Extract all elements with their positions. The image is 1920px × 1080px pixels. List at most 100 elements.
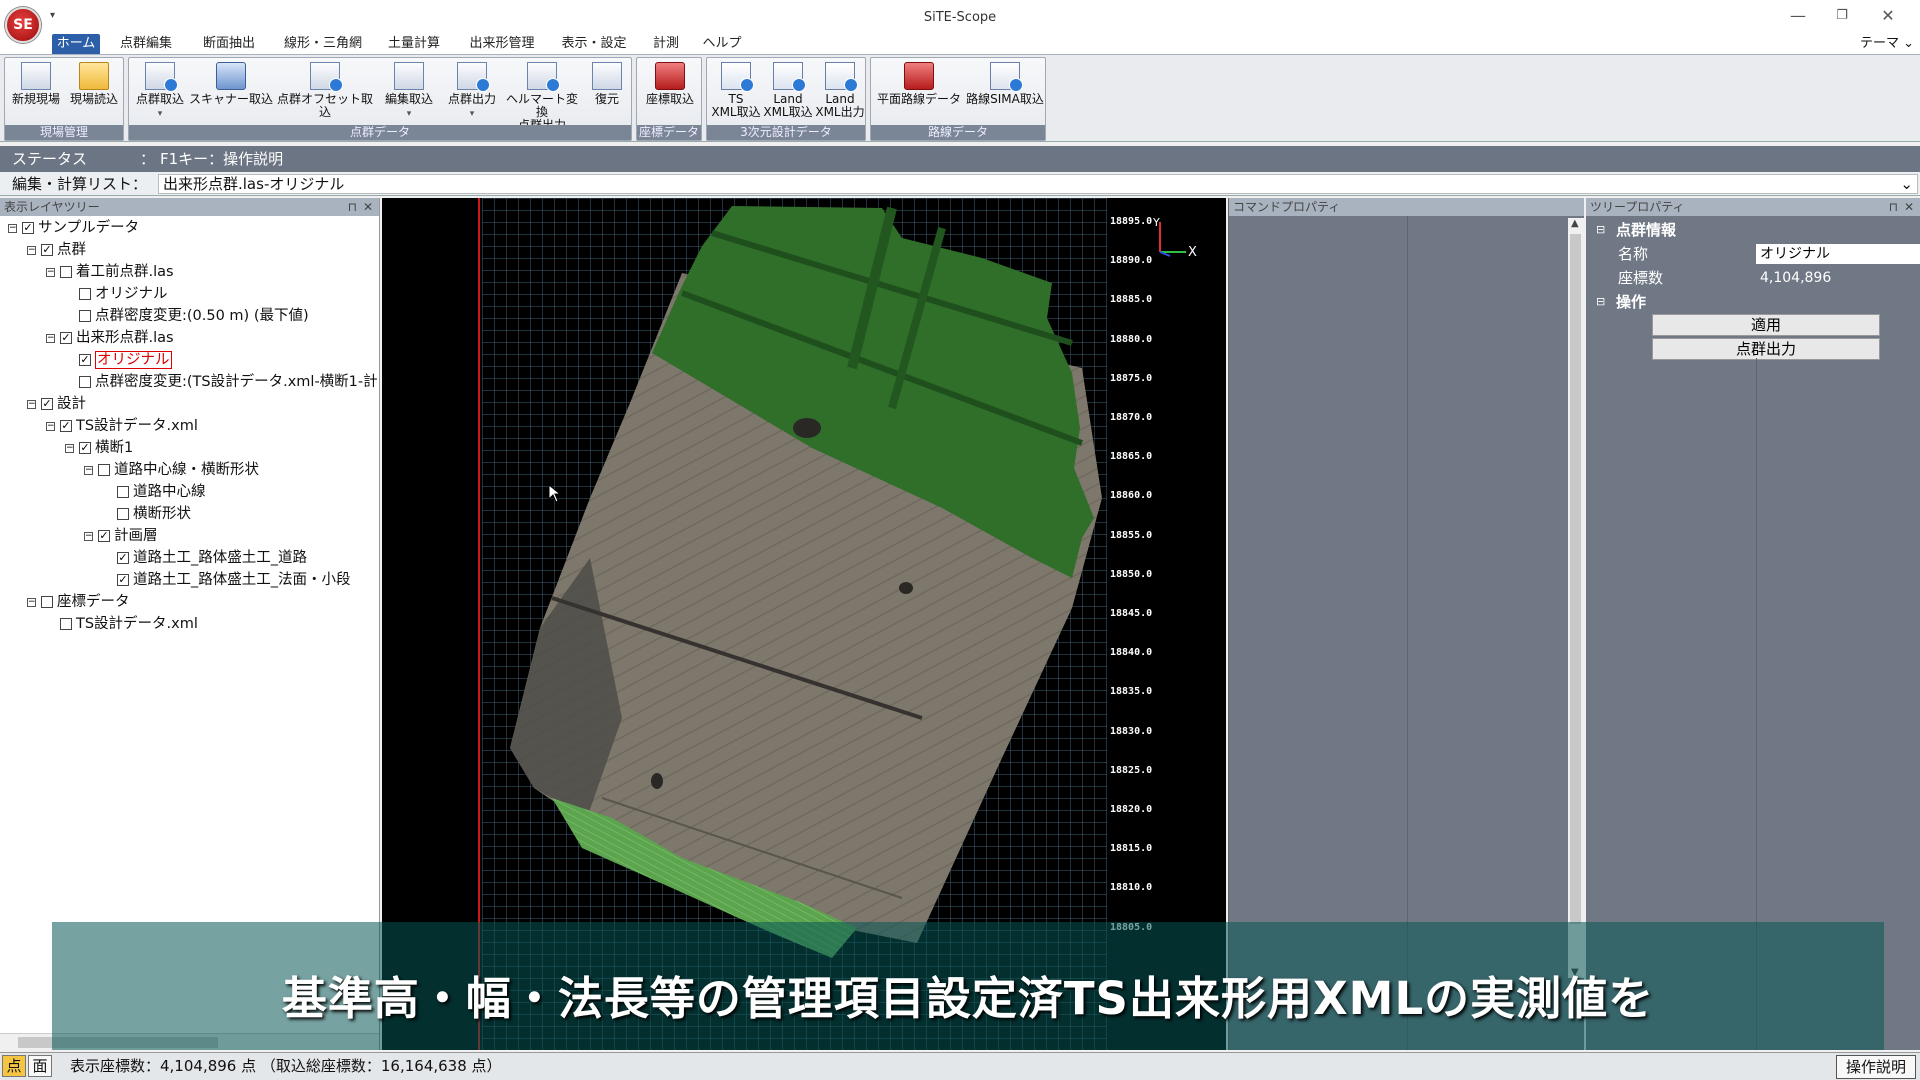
section-point-info[interactable]: ⊟ 点群情報 xyxy=(1586,218,1920,242)
layer-checkbox[interactable] xyxy=(117,508,129,520)
apply-button[interactable]: 適用 xyxy=(1652,314,1880,336)
expand-toggle-icon[interactable]: − xyxy=(84,465,93,475)
expand-toggle-icon[interactable]: − xyxy=(84,531,93,541)
minimize-button[interactable]: — xyxy=(1778,4,1818,28)
layer-checkbox[interactable]: ✓ xyxy=(79,442,91,454)
mouse-cursor-icon xyxy=(548,484,562,503)
offset-import-button[interactable]: 点群オフセット取込 xyxy=(273,62,377,119)
tree-node[interactable]: 道路中心線 xyxy=(103,482,206,502)
tree-node[interactable]: 横断形状 xyxy=(103,504,191,524)
coord-import-button[interactable]: 座標取込 xyxy=(641,62,699,106)
tree-node[interactable]: ✓ オリジナル xyxy=(65,350,172,370)
tree-node[interactable]: − ✓ TS設計データ.xml xyxy=(46,416,198,436)
layer-checkbox[interactable]: ✓ xyxy=(41,398,53,410)
tree-node[interactable]: − ✓ サンプルデータ xyxy=(8,218,139,238)
quick-access-dropdown[interactable]: ▾ xyxy=(50,10,55,21)
tab-display-settings[interactable]: 表示・設定 xyxy=(558,34,630,54)
layer-checkbox[interactable]: ✓ xyxy=(79,354,91,366)
land-xml-export-button[interactable]: Land XML出力 xyxy=(815,62,865,119)
scroll-thumb[interactable] xyxy=(1570,234,1581,924)
layer-checkbox[interactable] xyxy=(79,310,91,322)
load-site-button[interactable]: 現場読込 xyxy=(67,62,121,106)
tree-node[interactable]: − 道路中心線・横断形状 xyxy=(84,460,259,480)
tree-node[interactable]: − 座標データ xyxy=(27,592,130,612)
name-value-field[interactable]: オリジナル xyxy=(1756,244,1920,264)
edit-import-button[interactable]: 編集取込 ▾ xyxy=(381,62,437,121)
tree-node[interactable]: − ✓ 横断1 xyxy=(65,438,133,458)
layer-checkbox[interactable]: ✓ xyxy=(41,244,53,256)
restore-button[interactable]: ❐ xyxy=(1822,4,1862,28)
tree-node[interactable]: − ✓ 点群 xyxy=(27,240,86,260)
expand-toggle-icon[interactable]: − xyxy=(46,421,55,431)
layer-checkbox[interactable] xyxy=(60,618,72,630)
expand-toggle-icon[interactable]: − xyxy=(65,443,74,453)
layer-checkbox[interactable]: ✓ xyxy=(60,420,72,432)
ts-xml-import-button[interactable]: TS XML取込 xyxy=(711,62,761,119)
new-site-button[interactable]: 新規現場 xyxy=(9,62,63,106)
expand-toggle-icon[interactable]: − xyxy=(27,597,36,607)
close-icon[interactable]: ✕ xyxy=(363,198,373,216)
layer-checkbox[interactable]: ✓ xyxy=(117,552,129,564)
expand-toggle-icon[interactable]: − xyxy=(46,333,55,343)
tree-node[interactable]: TS設計データ.xml xyxy=(46,614,198,634)
tab-alignment[interactable]: 線形・三角網 xyxy=(278,34,368,54)
tab-help[interactable]: ヘルプ xyxy=(700,34,744,54)
pin-icon[interactable]: ⊓ xyxy=(1889,198,1898,216)
helmert-export-button[interactable]: ヘルマート変換点群出力 xyxy=(501,62,583,132)
point-mode-button[interactable]: 点 xyxy=(2,1055,26,1077)
tree-node[interactable]: − ✓ 計画層 xyxy=(84,526,158,546)
layer-checkbox[interactable] xyxy=(41,596,53,608)
pin-icon[interactable]: ⊓ xyxy=(348,198,357,216)
tab-point-edit[interactable]: 点群編集 xyxy=(114,34,178,54)
land-xml-import-button[interactable]: Land XML取込 xyxy=(763,62,813,119)
tree-node[interactable]: − ✓ 設計 xyxy=(27,394,86,414)
face-mode-button[interactable]: 面 xyxy=(28,1055,52,1077)
tab-home[interactable]: ホーム xyxy=(52,34,100,54)
layer-checkbox[interactable]: ✓ xyxy=(60,332,72,344)
plane-route-button[interactable]: 平面路線データ xyxy=(875,62,963,106)
close-icon[interactable]: ✕ xyxy=(1904,198,1914,216)
layer-checkbox[interactable] xyxy=(60,266,72,278)
command-vertical-scrollbar[interactable]: ▲ ▼ xyxy=(1568,218,1584,978)
layer-checkbox[interactable] xyxy=(98,464,110,476)
restore-points-button[interactable]: 復元 xyxy=(587,62,627,106)
expand-toggle-icon[interactable]: − xyxy=(8,223,17,233)
layer-checkbox[interactable] xyxy=(117,486,129,498)
tree-node-label: 道路土工_路体盛土工_道路 xyxy=(133,550,307,566)
scanner-import-button[interactable]: スキャナー取込 xyxy=(189,62,273,106)
close-button[interactable]: ✕ xyxy=(1868,4,1908,28)
layer-checkbox[interactable]: ✓ xyxy=(98,530,110,542)
tab-earthwork[interactable]: 土量計算 xyxy=(382,34,446,54)
layer-checkbox[interactable] xyxy=(79,288,91,300)
layer-checkbox[interactable]: ✓ xyxy=(22,222,34,234)
tab-section[interactable]: 断面抽出 xyxy=(196,34,262,54)
tab-as-built[interactable]: 出来形管理 xyxy=(462,34,542,54)
edit-list-select[interactable]: 出来形点群.las-オリジナル ⌄ xyxy=(158,174,1918,194)
title-bar: SiTE-Scope ▾ — ❐ ✕ xyxy=(0,0,1920,34)
expand-toggle-icon[interactable]: − xyxy=(46,267,55,277)
help-button[interactable]: 操作説明 xyxy=(1836,1055,1916,1079)
window-title: SiTE-Scope xyxy=(923,10,997,25)
tree-node[interactable]: オリジナル xyxy=(65,284,168,304)
tree-node[interactable]: − ✓ 出来形点群.las xyxy=(46,328,174,348)
export-points-button[interactable]: 点群出力 ▾ xyxy=(445,62,499,121)
tree-node[interactable]: 点群密度変更:(TS設計データ.xml-横断1-計 xyxy=(65,372,378,392)
theme-menu[interactable]: テーマ ⌄ xyxy=(1860,34,1914,54)
chevron-down-icon[interactable]: ⌄ xyxy=(1900,175,1913,193)
section-operations[interactable]: ⊟ 操作 xyxy=(1586,290,1920,314)
layer-checkbox[interactable] xyxy=(79,376,91,388)
app-logo-icon[interactable]: SE xyxy=(5,7,41,43)
import-points-button[interactable]: 点群取込 ▾ xyxy=(133,62,187,121)
tab-measure[interactable]: 計測 xyxy=(648,34,684,54)
tree-node[interactable]: 点群密度変更:(0.50 m) (最下値) xyxy=(65,306,309,326)
expand-toggle-icon[interactable]: − xyxy=(27,399,36,409)
tree-node[interactable]: ✓ 道路土工_路体盛土工_道路 xyxy=(103,548,307,568)
layer-checkbox[interactable]: ✓ xyxy=(117,574,129,586)
tree-node[interactable]: − 着工前点群.las xyxy=(46,262,174,282)
y-tick-label: 18885.0 xyxy=(1110,294,1153,306)
expand-toggle-icon[interactable]: − xyxy=(27,245,36,255)
tree-node[interactable]: ✓ 道路土工_路体盛土工_法面・小段 xyxy=(103,570,351,590)
tree-node-label: 点群密度変更:(TS設計データ.xml-横断1-計 xyxy=(95,374,378,390)
route-sima-import-button[interactable]: 路線SIMA取込 xyxy=(965,62,1045,106)
export-point-cloud-button[interactable]: 点群出力 xyxy=(1652,338,1880,360)
